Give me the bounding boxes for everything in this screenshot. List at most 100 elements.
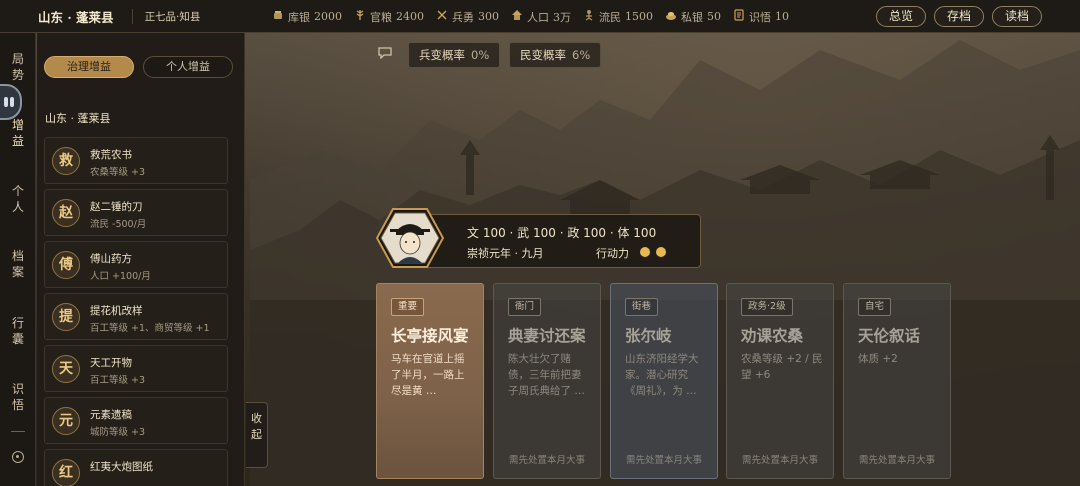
stat-label: 官粮 bbox=[370, 10, 392, 24]
collapse-button[interactable]: 收 起 bbox=[246, 402, 268, 468]
event-requirement: 需先处置本月大事 bbox=[858, 455, 935, 466]
action-points-label: 行动力 bbox=[596, 247, 629, 260]
buff-badge-icon: 救 bbox=[52, 147, 80, 175]
buff-badge-icon: 红 bbox=[52, 459, 80, 486]
buff-title: 红夷大炮图纸 bbox=[90, 461, 153, 473]
grain-icon bbox=[354, 9, 366, 24]
buff-item[interactable]: 元元素遗稿 城防等级 +3 bbox=[44, 397, 228, 444]
action-point-dot bbox=[640, 247, 650, 257]
event-tag: 衙门 bbox=[508, 298, 542, 316]
nav-divider bbox=[11, 431, 25, 432]
event-card[interactable]: 自宅天伦叙话体质 +2 需先处置本月大事 bbox=[843, 283, 951, 479]
buff-title: 救荒农书 bbox=[90, 149, 132, 161]
soldier-icon bbox=[436, 9, 448, 24]
mutiny-risk: 兵变概率 0% bbox=[408, 42, 501, 68]
event-description: 马车在官道上摇了半月，一路上尽是黄 … bbox=[391, 353, 465, 397]
buff-badge-icon: 赵 bbox=[52, 199, 80, 227]
event-description: 陈大壮欠了赌债，三年前把妻子周氏典给了 … bbox=[508, 353, 585, 397]
load-button[interactable]: 读档 bbox=[992, 6, 1042, 27]
buff-item[interactable]: 救救荒农书农桑等级 +3 bbox=[44, 137, 228, 184]
stat-label: 识悟 bbox=[749, 10, 771, 24]
save-button[interactable]: 存档 bbox=[934, 6, 984, 27]
stat-value: 10 bbox=[775, 10, 789, 23]
buff-item[interactable]: 赵赵二锤的刀流民 -500/月 bbox=[44, 189, 228, 236]
stat-refugee: 流民 1500 bbox=[583, 9, 653, 25]
buff-effect: 百工等级 +3 bbox=[90, 375, 146, 386]
nav-personal[interactable]: 个 人 bbox=[0, 183, 36, 215]
buff-item[interactable]: 傅傅山药方人口 +100/月 bbox=[44, 241, 228, 288]
stat-private-silver: 私银 50 bbox=[665, 9, 721, 25]
buff-item[interactable]: 提提花机改样百工等级 +1、商贸等级 +1 bbox=[44, 293, 228, 340]
uprising-risk-label: 民变概率 bbox=[520, 48, 566, 62]
tab-personal-buffs[interactable]: 个人增益 bbox=[143, 56, 233, 78]
location-title: 山东 · 蓬莱县 bbox=[38, 9, 114, 25]
stat-grain: 官粮 2400 bbox=[354, 9, 424, 25]
event-card[interactable]: 衙门典妻讨还案陈大壮欠了赌债，三年前把妻子周氏典给了 … 需先处置本月大事 bbox=[493, 283, 601, 479]
buff-list: 救救荒农书农桑等级 +3 赵赵二锤的刀流民 -500/月傅傅山药方人口 +100/… bbox=[44, 137, 228, 486]
overview-button[interactable]: 总览 bbox=[876, 6, 926, 27]
event-description: 体质 +2 bbox=[858, 353, 898, 365]
event-card[interactable]: 街巷 张尔岐 山东济阳经学大家。潜心研究《周礼》，为 … 需先处置本月大事 bbox=[610, 283, 718, 479]
stat-soldier: 兵勇 300 bbox=[436, 9, 499, 25]
stat-label: 流民 bbox=[599, 10, 621, 24]
buff-effect: 城防等级 +3 bbox=[90, 427, 146, 438]
target-icon[interactable] bbox=[12, 451, 24, 463]
buff-badge-icon: 傅 bbox=[52, 251, 80, 279]
nav-baggage[interactable]: 行 囊 bbox=[0, 315, 36, 347]
buff-effect: 百工等级 +1、商贸等级 +1 bbox=[90, 323, 210, 334]
event-title: 张尔岐 bbox=[625, 326, 672, 345]
buff-effect: 流民 -500/月 bbox=[90, 219, 147, 230]
stat-label: 私银 bbox=[681, 10, 703, 24]
buff-panel: 治理增益 个人增益 山东 · 蓬莱县 救救荒农书农桑等级 +3 赵赵二锤的刀流民 … bbox=[37, 33, 245, 486]
buff-badge-icon: 天 bbox=[52, 355, 80, 383]
nav-insight[interactable]: 识 悟 bbox=[0, 381, 36, 413]
buff-title: 提花机改样 bbox=[90, 305, 143, 317]
event-card[interactable]: 重要长亭接风宴马车在官道上摇了半月，一路上尽是黄 … bbox=[376, 283, 484, 479]
buff-title: 赵二锤的刀 bbox=[90, 201, 143, 213]
chat-icon[interactable] bbox=[378, 47, 392, 59]
official-portrait-icon[interactable] bbox=[376, 207, 444, 269]
event-tag: 重要 bbox=[391, 298, 425, 316]
stat-label: 兵勇 bbox=[452, 10, 474, 24]
region-label: 山东 · 蓬莱县 bbox=[45, 112, 111, 125]
event-description: 农桑等级 +2 / 民望 +6 bbox=[741, 353, 823, 381]
mutiny-risk-value: 0% bbox=[471, 48, 490, 62]
event-tag: 自宅 bbox=[858, 298, 892, 316]
buff-badge-icon: 提 bbox=[52, 303, 80, 331]
treasury-icon bbox=[272, 9, 284, 24]
event-tag: 街巷 bbox=[625, 298, 659, 316]
refugee-icon bbox=[583, 9, 595, 24]
buff-title: 傅山药方 bbox=[90, 253, 132, 265]
event-title: 劝课农桑 bbox=[741, 326, 804, 345]
insight-icon bbox=[733, 9, 745, 24]
event-requirement: 需先处置本月大事 bbox=[741, 455, 818, 466]
stat-population: 人口 3万 bbox=[511, 9, 571, 25]
buff-title: 元素遗稿 bbox=[90, 409, 132, 421]
stat-treasury: 库银 2000 bbox=[272, 9, 342, 25]
stat-value: 2400 bbox=[396, 10, 424, 23]
official-rank: 正七品·知县 bbox=[131, 8, 200, 24]
mutiny-risk-label: 兵变概率 bbox=[419, 48, 465, 62]
buff-effect: 人口 +100/月 bbox=[90, 271, 151, 282]
tab-governance-buffs[interactable]: 治理增益 bbox=[44, 56, 134, 78]
event-title: 长亭接风宴 bbox=[391, 326, 469, 345]
event-title: 典妻讨还案 bbox=[508, 326, 586, 345]
stat-value: 2000 bbox=[314, 10, 342, 23]
uprising-risk: 民变概率 6% bbox=[509, 42, 602, 68]
game-date: 崇祯元年 · 九月 bbox=[467, 247, 544, 260]
buff-effect: 农桑等级 +3 bbox=[90, 167, 146, 178]
action-point-dot bbox=[656, 247, 666, 257]
event-title: 天伦叙话 bbox=[858, 326, 921, 345]
event-card[interactable]: 政务·2级 劝课农桑 农桑等级 +2 / 民望 +6 需先处置本月大事 bbox=[726, 283, 834, 479]
buff-item[interactable]: 红红夷大炮图纸 bbox=[44, 449, 228, 486]
buff-item[interactable]: 天天工开物 百工等级 +3 bbox=[44, 345, 228, 392]
nav-archive[interactable]: 档 案 bbox=[0, 248, 36, 280]
stat-value: 3万 bbox=[553, 10, 571, 24]
nav-situation[interactable]: 局 势 bbox=[0, 51, 36, 83]
stat-insight: 识悟 10 bbox=[733, 9, 789, 25]
top-status-bar: 山东 · 蓬莱县 正七品·知县 库银 2000 官粮 2400 兵勇 300 人口 3万 流民 1… bbox=[0, 0, 1080, 33]
private-silver-icon bbox=[665, 9, 677, 24]
event-requirement: 需先处置本月大事 bbox=[508, 455, 585, 466]
stat-label: 库银 bbox=[288, 10, 310, 24]
nav-buffs[interactable]: 增 益 bbox=[0, 117, 36, 149]
